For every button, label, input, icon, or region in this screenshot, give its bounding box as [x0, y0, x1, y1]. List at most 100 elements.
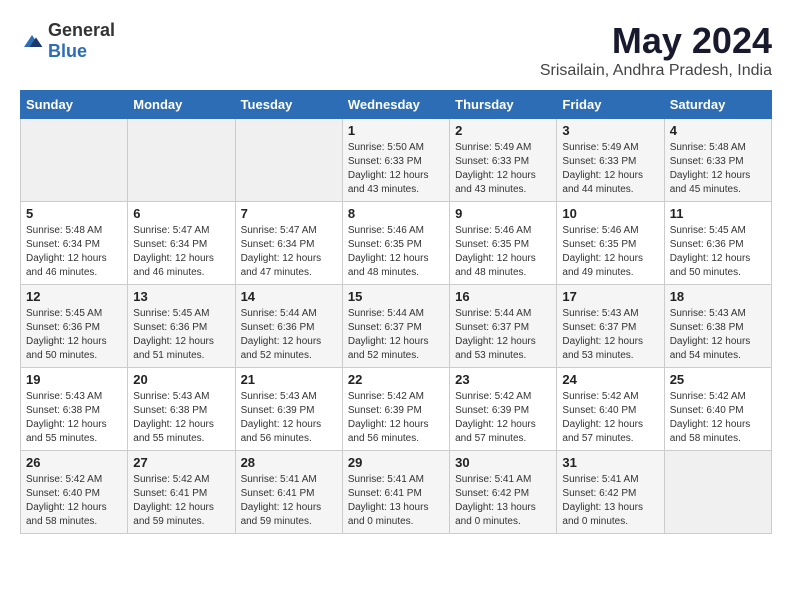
- calendar-cell: 6 Sunrise: 5:47 AMSunset: 6:34 PMDaylight…: [128, 202, 235, 285]
- logo-icon: [20, 31, 44, 51]
- day-info: Sunrise: 5:42 AMSunset: 6:39 PMDaylight:…: [348, 390, 444, 446]
- calendar-cell: 14 Sunrise: 5:44 AMSunset: 6:36 PMDayligh…: [235, 285, 342, 368]
- day-number: 11: [670, 206, 766, 221]
- day-number: 12: [26, 289, 122, 304]
- calendar-cell: 22Sunrise: 5:42 AMSunset: 6:39 PMDayligh…: [342, 368, 449, 451]
- day-info: Sunrise: 5:42 AMSunset: 6:40 PMDaylight:…: [26, 473, 122, 529]
- calendar-week-2: 5 Sunrise: 5:48 AMSunset: 6:34 PMDaylight…: [21, 202, 772, 285]
- day-number: 10: [562, 206, 658, 221]
- day-number: 2: [455, 123, 551, 138]
- day-info: Sunrise: 5:42 AMSunset: 6:40 PMDaylight:…: [562, 390, 658, 446]
- calendar-header-row: SundayMondayTuesdayWednesdayThursdayFrid…: [21, 91, 772, 119]
- calendar-cell: [664, 451, 771, 534]
- logo-text: General Blue: [48, 20, 115, 62]
- day-info: Sunrise: 5:43 AMSunset: 6:38 PMDaylight:…: [133, 390, 229, 446]
- day-info: Sunrise: 5:47 AMSunset: 6:34 PMDaylight:…: [241, 224, 337, 280]
- day-info: Sunrise: 5:47 AMSunset: 6:34 PMDaylight:…: [133, 224, 229, 280]
- calendar-cell: 11 Sunrise: 5:45 AMSunset: 6:36 PMDayligh…: [664, 202, 771, 285]
- day-number: 16: [455, 289, 551, 304]
- day-info: Sunrise: 5:49 AMSunset: 6:33 PMDaylight:…: [562, 141, 658, 197]
- day-info: Sunrise: 5:46 AMSunset: 6:35 PMDaylight:…: [348, 224, 444, 280]
- day-number: 13: [133, 289, 229, 304]
- day-number: 21: [241, 372, 337, 387]
- calendar-cell: 23 Sunrise: 5:42 AMSunset: 6:39 PMDayligh…: [450, 368, 557, 451]
- header-monday: Monday: [128, 91, 235, 119]
- day-number: 30: [455, 455, 551, 470]
- calendar-cell: 19 Sunrise: 5:43 AMSunset: 6:38 PMDayligh…: [21, 368, 128, 451]
- day-info: Sunrise: 5:42 AMSunset: 6:41 PMDaylight:…: [133, 473, 229, 529]
- calendar-cell: 9 Sunrise: 5:46 AMSunset: 6:35 PMDaylight…: [450, 202, 557, 285]
- day-info: Sunrise: 5:44 AMSunset: 6:37 PMDaylight:…: [455, 307, 551, 363]
- calendar-week-3: 12 Sunrise: 5:45 AMSunset: 6:36 PMDayligh…: [21, 285, 772, 368]
- logo-general: General: [48, 20, 115, 40]
- header-saturday: Saturday: [664, 91, 771, 119]
- header-wednesday: Wednesday: [342, 91, 449, 119]
- day-info: Sunrise: 5:46 AMSunset: 6:35 PMDaylight:…: [455, 224, 551, 280]
- day-info: Sunrise: 5:48 AMSunset: 6:33 PMDaylight:…: [670, 141, 766, 197]
- calendar-cell: [128, 119, 235, 202]
- day-number: 20: [133, 372, 229, 387]
- calendar-cell: 30 Sunrise: 5:41 AMSunset: 6:42 PMDayligh…: [450, 451, 557, 534]
- day-number: 6: [133, 206, 229, 221]
- day-info: Sunrise: 5:45 AMSunset: 6:36 PMDaylight:…: [670, 224, 766, 280]
- day-info: Sunrise: 5:43 AMSunset: 6:38 PMDaylight:…: [26, 390, 122, 446]
- calendar-cell: [21, 119, 128, 202]
- calendar-cell: 31Sunrise: 5:41 AMSunset: 6:42 PMDayligh…: [557, 451, 664, 534]
- day-number: 15: [348, 289, 444, 304]
- day-number: 29: [348, 455, 444, 470]
- calendar-cell: 26Sunrise: 5:42 AMSunset: 6:40 PMDayligh…: [21, 451, 128, 534]
- calendar-cell: 16 Sunrise: 5:44 AMSunset: 6:37 PMDayligh…: [450, 285, 557, 368]
- header-tuesday: Tuesday: [235, 91, 342, 119]
- day-info: Sunrise: 5:50 AMSunset: 6:33 PMDaylight:…: [348, 141, 444, 197]
- calendar-cell: 5 Sunrise: 5:48 AMSunset: 6:34 PMDaylight…: [21, 202, 128, 285]
- day-info: Sunrise: 5:41 AMSunset: 6:42 PMDaylight:…: [455, 473, 551, 529]
- day-number: 25: [670, 372, 766, 387]
- calendar-cell: 8 Sunrise: 5:46 AMSunset: 6:35 PMDaylight…: [342, 202, 449, 285]
- calendar-week-1: 1 Sunrise: 5:50 AMSunset: 6:33 PMDaylight…: [21, 119, 772, 202]
- header-sunday: Sunday: [21, 91, 128, 119]
- day-number: 1: [348, 123, 444, 138]
- day-info: Sunrise: 5:43 AMSunset: 6:37 PMDaylight:…: [562, 307, 658, 363]
- calendar-week-5: 26Sunrise: 5:42 AMSunset: 6:40 PMDayligh…: [21, 451, 772, 534]
- calendar-cell: 3 Sunrise: 5:49 AMSunset: 6:33 PMDaylight…: [557, 119, 664, 202]
- day-info: Sunrise: 5:41 AMSunset: 6:41 PMDaylight:…: [241, 473, 337, 529]
- page-header: General Blue May 2024 Srisailain, Andhra…: [20, 20, 772, 80]
- day-info: Sunrise: 5:44 AMSunset: 6:36 PMDaylight:…: [241, 307, 337, 363]
- calendar-cell: 2Sunrise: 5:49 AMSunset: 6:33 PMDaylight…: [450, 119, 557, 202]
- day-number: 7: [241, 206, 337, 221]
- header-thursday: Thursday: [450, 91, 557, 119]
- calendar-cell: 10 Sunrise: 5:46 AMSunset: 6:35 PMDayligh…: [557, 202, 664, 285]
- day-info: Sunrise: 5:44 AMSunset: 6:37 PMDaylight:…: [348, 307, 444, 363]
- day-number: 27: [133, 455, 229, 470]
- day-number: 19: [26, 372, 122, 387]
- day-number: 8: [348, 206, 444, 221]
- calendar-cell: 18Sunrise: 5:43 AMSunset: 6:38 PMDayligh…: [664, 285, 771, 368]
- logo-blue: Blue: [48, 41, 87, 61]
- day-number: 14: [241, 289, 337, 304]
- day-number: 23: [455, 372, 551, 387]
- day-info: Sunrise: 5:42 AMSunset: 6:39 PMDaylight:…: [455, 390, 551, 446]
- calendar-cell: 27 Sunrise: 5:42 AMSunset: 6:41 PMDayligh…: [128, 451, 235, 534]
- day-number: 3: [562, 123, 658, 138]
- calendar-cell: 15 Sunrise: 5:44 AMSunset: 6:37 PMDayligh…: [342, 285, 449, 368]
- day-info: Sunrise: 5:45 AMSunset: 6:36 PMDaylight:…: [26, 307, 122, 363]
- day-number: 18: [670, 289, 766, 304]
- day-info: Sunrise: 5:48 AMSunset: 6:34 PMDaylight:…: [26, 224, 122, 280]
- day-info: Sunrise: 5:41 AMSunset: 6:41 PMDaylight:…: [348, 473, 444, 529]
- day-info: Sunrise: 5:45 AMSunset: 6:36 PMDaylight:…: [133, 307, 229, 363]
- calendar-cell: [235, 119, 342, 202]
- header-friday: Friday: [557, 91, 664, 119]
- day-number: 9: [455, 206, 551, 221]
- day-info: Sunrise: 5:43 AMSunset: 6:39 PMDaylight:…: [241, 390, 337, 446]
- calendar-table: SundayMondayTuesdayWednesdayThursdayFrid…: [20, 90, 772, 534]
- day-info: Sunrise: 5:46 AMSunset: 6:35 PMDaylight:…: [562, 224, 658, 280]
- day-info: Sunrise: 5:42 AMSunset: 6:40 PMDaylight:…: [670, 390, 766, 446]
- calendar-cell: 17Sunrise: 5:43 AMSunset: 6:37 PMDayligh…: [557, 285, 664, 368]
- page-subtitle: Srisailain, Andhra Pradesh, India: [540, 62, 772, 80]
- day-number: 5: [26, 206, 122, 221]
- title-section: May 2024 Srisailain, Andhra Pradesh, Ind…: [540, 20, 772, 80]
- calendar-cell: 21 Sunrise: 5:43 AMSunset: 6:39 PMDayligh…: [235, 368, 342, 451]
- day-number: 28: [241, 455, 337, 470]
- calendar-cell: 1 Sunrise: 5:50 AMSunset: 6:33 PMDaylight…: [342, 119, 449, 202]
- day-number: 4: [670, 123, 766, 138]
